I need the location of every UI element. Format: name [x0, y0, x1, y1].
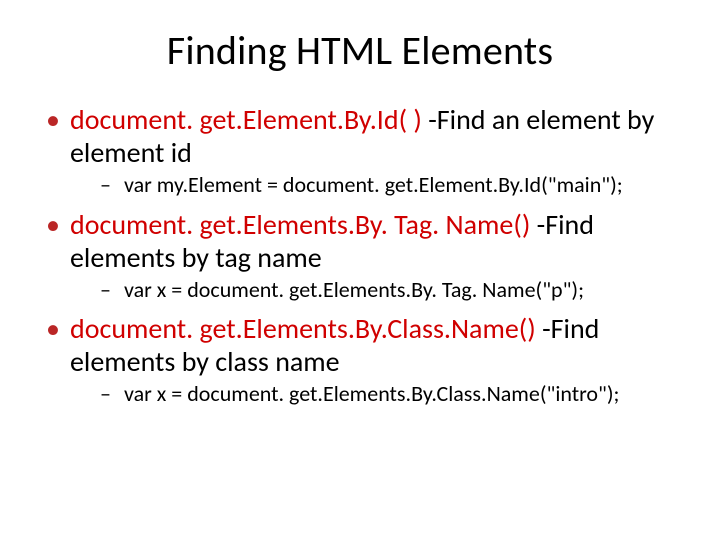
slide: Finding HTML Elements document. get.Elem…	[0, 0, 720, 540]
example-2: var x = document. get.Elements.By. Tag. …	[70, 276, 680, 305]
slide-title: Finding HTML Elements	[40, 26, 680, 75]
sub-list-2: var x = document. get.Elements.By. Tag. …	[70, 276, 680, 305]
sub-list-1: var my.Element = document. get.Element.B…	[70, 171, 680, 200]
method-name-2: document. get.Elements.By. Tag. Name()	[70, 207, 530, 242]
bullet-list: document. get.Element.By.Id( ) -Find an …	[40, 103, 680, 409]
bullet-item-2: document. get.Elements.By. Tag. Name() -…	[40, 208, 680, 305]
bullet-item-1: document. get.Element.By.Id( ) -Find an …	[40, 103, 680, 200]
method-name-3: document. get.Elements.By.Class.Name()	[70, 311, 536, 346]
sub-list-3: var x = document. get.Elements.By.Class.…	[70, 380, 680, 409]
method-name-1: document. get.Element.By.Id( )	[70, 102, 422, 137]
example-3: var x = document. get.Elements.By.Class.…	[70, 380, 680, 409]
bullet-item-3: document. get.Elements.By.Class.Name() -…	[40, 312, 680, 409]
example-1: var my.Element = document. get.Element.B…	[70, 171, 680, 200]
